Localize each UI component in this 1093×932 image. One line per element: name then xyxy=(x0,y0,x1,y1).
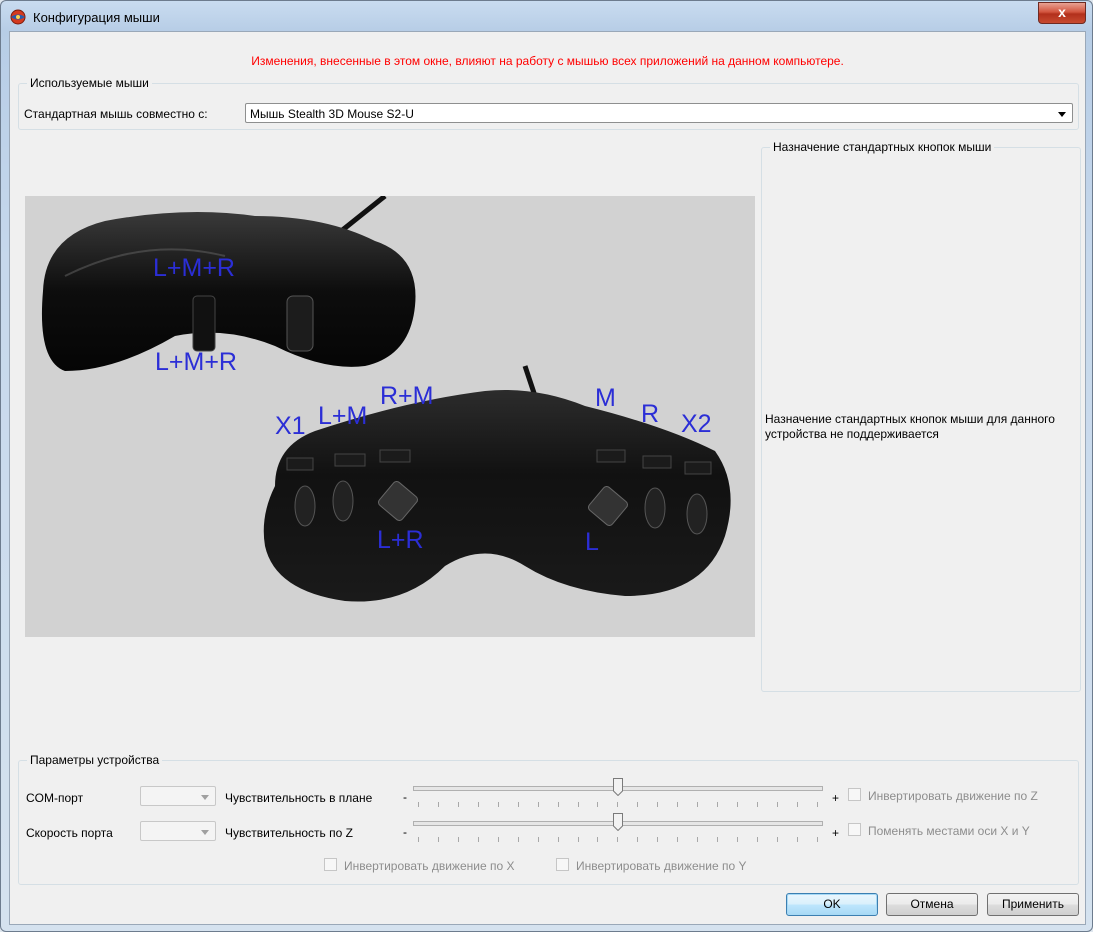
title-bar[interactable]: Конфигурация мыши x xyxy=(1,1,1092,31)
invert-z-label: Инвертировать движение по Z xyxy=(868,789,1038,803)
warning-message: Изменения, внесенные в этом окне, влияют… xyxy=(251,54,844,68)
slider-tick xyxy=(557,837,559,842)
slider-tick xyxy=(816,837,818,842)
slider-tick xyxy=(776,837,778,842)
invert-z-checkbox[interactable] xyxy=(848,788,861,801)
slider-tick xyxy=(677,802,679,807)
mouse-select-value: Мышь Stealth 3D Mouse S2-U xyxy=(250,107,414,121)
plane-sensitivity-slider[interactable] xyxy=(413,778,823,808)
app-icon xyxy=(10,9,26,25)
slider-tick xyxy=(497,837,499,842)
slider-tick xyxy=(597,837,599,842)
slider-tick xyxy=(617,837,619,842)
device-params-legend: Параметры устройства xyxy=(30,753,160,767)
slider-tick xyxy=(816,802,818,807)
z-sensitivity-label: Чувствительность по Z xyxy=(225,826,353,840)
slider-tick xyxy=(796,837,798,842)
slider-tick xyxy=(756,837,758,842)
slider-tick xyxy=(497,802,499,807)
photo-label-x1: X1 xyxy=(275,412,306,440)
slider-tick xyxy=(517,802,519,807)
slider-tick xyxy=(717,837,719,842)
photo-label-lmr-top: L+M+R xyxy=(153,254,235,282)
photo-label-rm: R+M xyxy=(380,382,434,410)
port-speed-label: Скорость порта xyxy=(26,826,113,840)
slider-tick xyxy=(537,802,539,807)
invert-x-label: Инвертировать движение по X xyxy=(344,859,515,873)
slider-tick xyxy=(437,837,439,842)
swap-xy-checkbox[interactable] xyxy=(848,823,861,836)
slider-tick xyxy=(477,837,479,842)
mice-group-legend: Используемые мыши xyxy=(30,76,149,90)
ok-button[interactable]: OK xyxy=(786,893,878,916)
dialog-client-area: Изменения, внесенные в этом окне, влияют… xyxy=(9,31,1086,925)
slider-tick xyxy=(437,802,439,807)
slider-tick xyxy=(776,802,778,807)
slider-tick xyxy=(637,837,639,842)
mouse-select[interactable]: Мышь Stealth 3D Mouse S2-U xyxy=(245,103,1073,123)
slider-tick xyxy=(457,802,459,807)
invert-y-label: Инвертировать движение по Y xyxy=(576,859,747,873)
slider-tick xyxy=(637,802,639,807)
photo-label-m: M xyxy=(595,384,616,412)
plane-sensitivity-plus: + xyxy=(832,791,840,805)
slider-tick xyxy=(717,802,719,807)
photo-label-l: L xyxy=(585,528,599,556)
mouse-config-window: Конфигурация мыши x Изменения, внесенные… xyxy=(0,0,1093,932)
slider-tick xyxy=(737,837,738,842)
photo-label-lr: L+R xyxy=(377,526,424,554)
slider-thumb[interactable] xyxy=(613,778,623,796)
photo-label-x2: X2 xyxy=(681,410,712,438)
mouse-photo: L+M+R L+M+R X1 L+M R+M M R X2 L+R L xyxy=(25,196,755,637)
slider-tick xyxy=(557,802,559,807)
window-title: Конфигурация мыши xyxy=(33,10,160,25)
slider-tick xyxy=(577,802,579,807)
chevron-down-icon[interactable] xyxy=(201,830,209,835)
slider-tick xyxy=(657,837,659,842)
slider-thumb[interactable] xyxy=(613,813,623,831)
standard-mouse-label: Стандартная мышь совместно с: xyxy=(24,107,208,121)
slider-tick xyxy=(577,837,579,842)
close-button[interactable]: x xyxy=(1038,2,1086,24)
photo-label-lmr-bottom: L+M+R xyxy=(155,348,237,376)
slider-tick xyxy=(677,837,679,842)
com-port-label: COM-порт xyxy=(26,791,84,805)
invert-y-checkbox[interactable] xyxy=(556,858,569,871)
slider-tick xyxy=(457,837,459,842)
slider-tick xyxy=(477,802,479,807)
slider-tick xyxy=(697,837,699,842)
z-sensitivity-minus: - xyxy=(403,825,407,839)
chevron-down-icon[interactable] xyxy=(1058,112,1066,117)
slider-tick xyxy=(756,802,758,807)
slider-tick xyxy=(597,802,599,807)
swap-xy-label: Поменять местами оси X и Y xyxy=(868,824,1030,838)
slider-tick xyxy=(418,802,419,807)
slider-tick xyxy=(517,837,519,842)
slider-tick xyxy=(796,802,798,807)
buttons-assignment-legend: Назначение стандартных кнопок мыши xyxy=(773,140,992,154)
port-speed-select[interactable] xyxy=(140,821,216,841)
z-sensitivity-slider[interactable] xyxy=(413,813,823,843)
invert-x-checkbox[interactable] xyxy=(324,858,337,871)
com-port-select[interactable] xyxy=(140,786,216,806)
slider-tick xyxy=(657,802,659,807)
buttons-unsupported-message: Назначение стандартных кнопок мыши для д… xyxy=(765,412,1055,441)
photo-label-lm: L+M xyxy=(318,402,368,430)
slider-tick xyxy=(418,837,419,842)
slider-tick xyxy=(537,837,539,842)
slider-tick xyxy=(737,802,738,807)
slider-ticks xyxy=(418,802,818,808)
plane-sensitivity-label: Чувствительность в плане xyxy=(225,791,373,805)
slider-ticks xyxy=(418,837,818,843)
plane-sensitivity-minus: - xyxy=(403,790,407,804)
chevron-down-icon[interactable] xyxy=(201,795,209,800)
z-sensitivity-plus: + xyxy=(832,826,840,840)
apply-button[interactable]: Применить xyxy=(987,893,1079,916)
cancel-button[interactable]: Отмена xyxy=(886,893,978,916)
slider-tick xyxy=(697,802,699,807)
slider-tick xyxy=(617,802,619,807)
photo-label-r: R xyxy=(641,400,660,428)
